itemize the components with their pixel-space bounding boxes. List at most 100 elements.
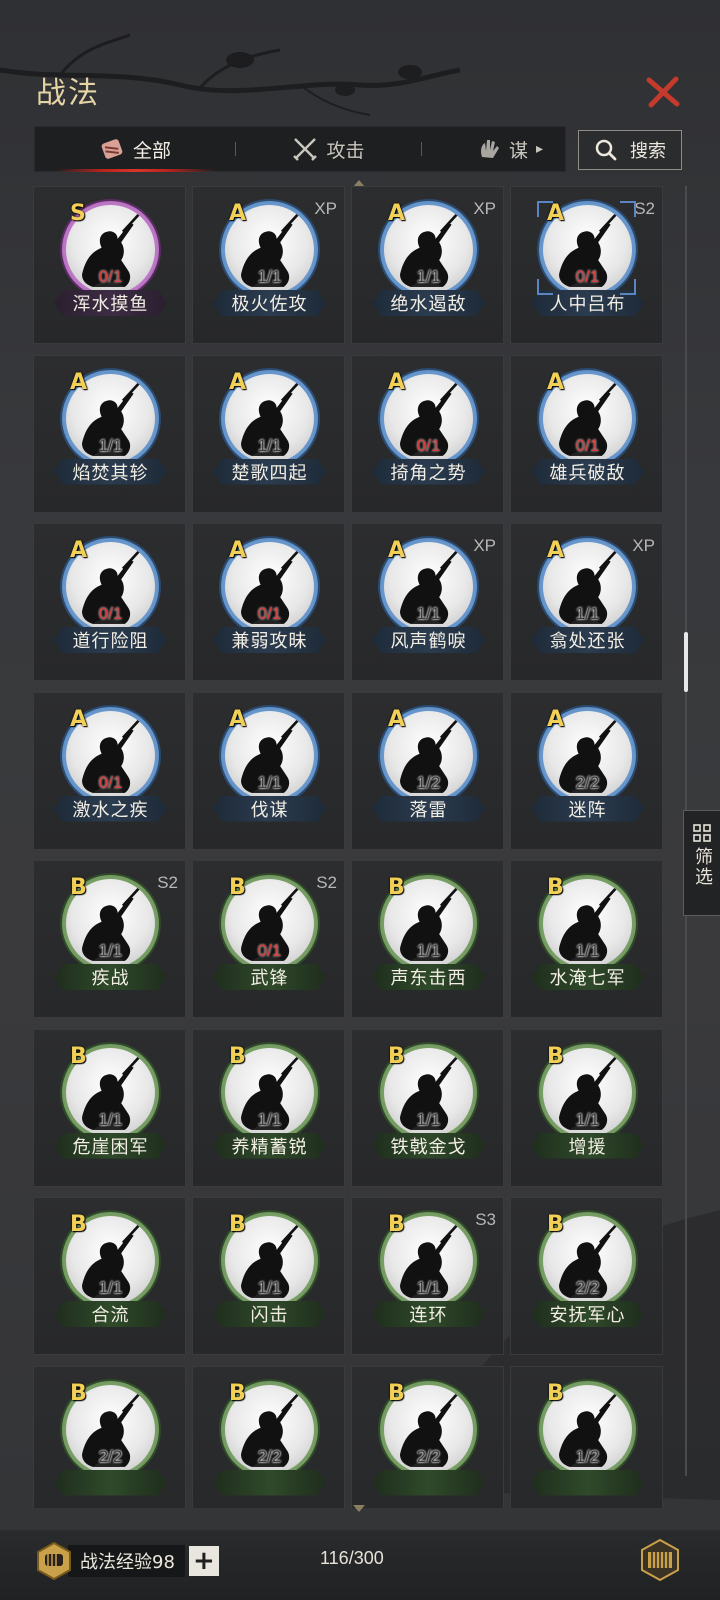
tactic-card[interactable]: B 1/2 [510, 1365, 663, 1508]
season-tag: S2 [316, 873, 337, 892]
grade-badge: A [388, 369, 406, 395]
tactic-count: 1/1 [257, 1278, 282, 1297]
add-exp-button[interactable]: + [188, 1546, 219, 1576]
tactic-book-icon[interactable] [638, 1538, 682, 1582]
close-icon [646, 76, 680, 108]
grade-badge: B [70, 1212, 87, 1237]
tactic-card[interactable]: B 2/2 [33, 1365, 186, 1508]
tab-strategy[interactable]: 谋 ▸ [422, 126, 562, 172]
tactic-exp-value: 战法经验98 [68, 1545, 185, 1577]
tactic-card[interactable]: B 1/1 增援 [510, 1028, 663, 1187]
tab-attack-label: 攻击 [326, 139, 365, 162]
tactic-card[interactable]: B 2/2 安抚军心 [510, 1197, 663, 1355]
tab-attack[interactable]: 攻击 [236, 126, 421, 172]
tactic-count: 1/1 [416, 1109, 441, 1129]
tactic-count: 0/1 [257, 604, 282, 623]
grade-badge: B [70, 875, 87, 900]
grade-badge: A [229, 369, 247, 395]
tab-all[interactable]: 全部 [35, 126, 235, 172]
tactic-card[interactable]: B 2/2 [351, 1365, 504, 1508]
category-tabbar: 全部 攻击 谋 ▸ [34, 126, 566, 172]
tactic-name: 迷阵 [531, 795, 644, 822]
filter-button[interactable]: 筛选 [683, 810, 720, 916]
tactic-card[interactable]: B 1/1 闪击 [192, 1197, 345, 1355]
tab-all-label: 全部 [132, 139, 171, 162]
grade-badge: A [229, 706, 247, 732]
tactic-count: 1/1 [416, 1278, 441, 1297]
grade-badge: A [547, 369, 565, 395]
tactic-count: 1/1 [575, 941, 600, 960]
tactic-card[interactable]: A XP 1/1 绝水遏敌 [351, 186, 504, 344]
tactic-name: 绝水遏敌 [372, 290, 485, 316]
grade-badge: B [547, 875, 564, 900]
tactic-card[interactable]: B 1/1 养精蓄锐 [192, 1028, 345, 1187]
scrollbar-thumb[interactable] [684, 632, 688, 692]
tactic-card[interactable]: B 2/2 [192, 1365, 345, 1508]
tactic-name: 连环 [372, 1301, 485, 1327]
tactics-grid: S 0/1 浑水摸鱼 A XP 1/1 极火佐攻 A XP 1/1 绝水遏敌 A S2 0/1 人中吕布 A 1… [33, 186, 675, 1508]
tactic-card[interactable]: A 0/1 道行险阻 [33, 523, 186, 681]
grade-badge: A [388, 201, 406, 226]
tactic-name: 浑水摸鱼 [54, 290, 167, 316]
tactic-card[interactable]: A 0/1 掎角之势 [351, 354, 504, 513]
tactic-card[interactable]: A 1/1 伐谋 [192, 691, 345, 850]
grade-badge: A [70, 369, 88, 395]
tactic-count: 1/1 [98, 435, 123, 455]
tactic-card[interactable]: A 1/1 焰焚其轸 [33, 354, 186, 513]
scroll-icon [101, 139, 123, 159]
tactic-card[interactable]: A XP 1/1 极火佐攻 [192, 186, 345, 344]
page-title: 战法 [36, 76, 100, 111]
tactic-count: 1/2 [575, 1446, 600, 1466]
tactic-card[interactable]: A 0/1 激水之疾 [33, 691, 186, 850]
tab-more-indicator: ▸ [536, 141, 544, 157]
tactic-card[interactable]: B 1/1 合流 [33, 1197, 186, 1355]
close-button[interactable] [643, 72, 683, 112]
grade-badge: B [70, 1380, 87, 1406]
tactic-count: 2/2 [98, 1446, 123, 1466]
tactic-card[interactable]: B 1/1 声东击西 [351, 860, 504, 1018]
tactic-card[interactable]: B S2 1/1 疾战 [33, 860, 186, 1018]
tactic-card[interactable]: A 0/1 兼弱攻昧 [192, 523, 345, 681]
tactic-card[interactable]: A XP 1/1 翕处还张 [510, 523, 663, 681]
tactic-name: 翕处还张 [531, 627, 644, 653]
tactic-name: 声东击西 [372, 964, 485, 990]
tactic-name [372, 1469, 485, 1496]
tactic-card[interactable]: A XP 1/1 风声鹤唳 [351, 523, 504, 681]
tactic-card[interactable]: A 0/1 雄兵破敌 [510, 354, 663, 513]
tactic-count: 1/1 [575, 604, 600, 623]
tactic-capacity: 116/300 [320, 1548, 384, 1568]
search-icon [595, 139, 617, 161]
grade-badge: B [229, 1380, 246, 1406]
season-tag: XP [473, 536, 496, 555]
tactic-card[interactable]: B S3 1/1 连环 [351, 1197, 504, 1355]
grade-badge: B [229, 1212, 246, 1237]
tactic-count: 1/1 [257, 1109, 282, 1129]
scroll-down-arrow-icon [353, 1505, 365, 1512]
search-button[interactable]: 搜索 [578, 130, 682, 170]
tactic-card[interactable]: B 1/1 铁戟金戈 [351, 1028, 504, 1187]
tactic-count: 2/2 [416, 1446, 441, 1466]
tactic-count: 1/2 [416, 772, 441, 792]
tactic-name: 养精蓄锐 [213, 1132, 326, 1159]
tactic-card[interactable]: S 0/1 浑水摸鱼 [33, 186, 186, 344]
tactic-name: 安抚军心 [531, 1301, 644, 1327]
tactic-card[interactable]: B S2 0/1 武锋 [192, 860, 345, 1018]
tactic-name [213, 1469, 326, 1496]
tactic-name: 疾战 [54, 964, 167, 990]
grade-badge: B [229, 1043, 246, 1069]
tactic-card[interactable]: B 1/1 危崖困军 [33, 1028, 186, 1187]
tactic-name: 水淹七军 [531, 964, 644, 990]
tactic-name: 掎角之势 [372, 458, 485, 485]
tactic-card[interactable]: A S2 0/1 人中吕布 [510, 186, 663, 344]
grade-badge: A [70, 706, 88, 732]
tactic-name: 落雷 [372, 795, 485, 822]
tactic-count: 1/1 [98, 1278, 123, 1297]
tactic-card[interactable]: A 1/1 楚歌四起 [192, 354, 345, 513]
tactic-count: 0/1 [575, 267, 600, 286]
tactic-count: 1/1 [98, 1109, 123, 1129]
tactic-card[interactable]: B 1/1 水淹七军 [510, 860, 663, 1018]
tactic-card[interactable]: A 1/2 落雷 [351, 691, 504, 850]
tactic-name: 闪击 [213, 1301, 326, 1327]
tactic-name [54, 1469, 167, 1496]
tactic-card[interactable]: A 2/2 迷阵 [510, 691, 663, 850]
